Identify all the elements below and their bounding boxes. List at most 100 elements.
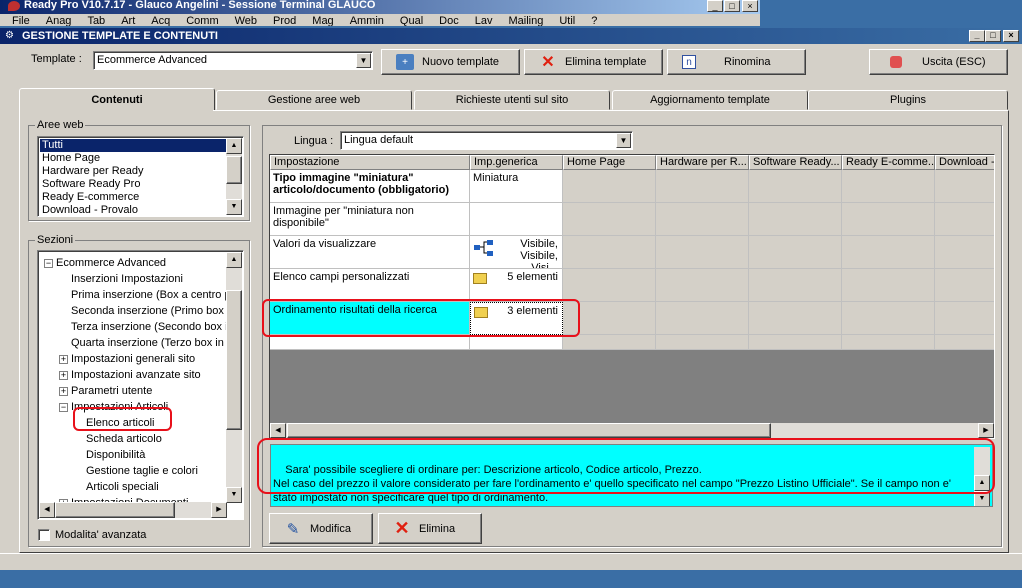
- scroll-right-icon[interactable]: ▶: [978, 423, 994, 438]
- minimize-button[interactable]: _: [969, 30, 985, 42]
- grid-header[interactable]: Home Page: [563, 155, 656, 170]
- aree-web-scrollbar[interactable]: ▲ ▼: [226, 138, 242, 215]
- tab-2[interactable]: Richieste utenti sul sito: [414, 90, 610, 110]
- parent-maximize-button[interactable]: □: [724, 0, 740, 12]
- maximize-button[interactable]: □: [985, 30, 1001, 42]
- grid-setting-name[interactable]: [270, 335, 470, 350]
- grid-setting-name[interactable]: Valori da visualizzare: [270, 236, 470, 269]
- grid-setting-name[interactable]: Immagine per "miniatura non disponibile": [270, 203, 470, 236]
- tree-root[interactable]: Ecommerce Advanced: [56, 255, 166, 271]
- aree-web-list[interactable]: Tutti Home Page Hardware per Ready Software…: [37, 136, 244, 217]
- grid-header[interactable]: Imp.generica: [470, 155, 563, 170]
- scroll-down-icon[interactable]: ▼: [226, 199, 242, 215]
- parent-menu-item[interactable]: Comm: [186, 15, 218, 26]
- tree-item[interactable]: Inserzioni Impostazioni: [71, 271, 183, 287]
- tree-expander-icon[interactable]: −: [44, 259, 53, 268]
- template-select[interactable]: Ecommerce Advanced ▼: [93, 51, 373, 70]
- scroll-right-icon[interactable]: ▶: [211, 502, 227, 518]
- sezioni-tree[interactable]: − Ecommerce Advanced Inserzioni Impostazio…: [37, 250, 244, 520]
- parent-menu-item[interactable]: Lav: [475, 15, 493, 26]
- sezioni-vscrollbar[interactable]: ▲ ▼: [226, 252, 242, 503]
- tree-item[interactable]: Quarta inserzione (Terzo box in b: [71, 335, 228, 351]
- scroll-left-icon[interactable]: ◀: [39, 502, 55, 518]
- aree-web-item[interactable]: Download - Provalo: [40, 204, 226, 216]
- tree-item[interactable]: Impostazioni avanzate sito: [71, 367, 201, 383]
- aree-web-item[interactable]: Home Page: [40, 152, 226, 165]
- parent-menu-item[interactable]: Tab: [87, 15, 105, 26]
- grid-empty-cell: [935, 335, 994, 350]
- close-button[interactable]: ×: [1003, 30, 1019, 42]
- scroll-thumb[interactable]: [226, 156, 242, 184]
- grid-header[interactable]: Ready E-comme...: [842, 155, 935, 170]
- tree-item[interactable]: Articoli speciali: [86, 479, 159, 495]
- parent-menu-item[interactable]: Util: [559, 15, 575, 26]
- parent-menu-item[interactable]: Art: [121, 15, 135, 26]
- grid-setting-value[interactable]: [470, 335, 563, 350]
- scroll-up-icon[interactable]: ▲: [226, 138, 242, 154]
- aree-web-item[interactable]: Hardware per Ready: [40, 165, 226, 178]
- sezioni-hscrollbar[interactable]: ◀ ▶: [39, 502, 227, 518]
- grid-setting-value[interactable]: 5 elementi: [470, 269, 563, 302]
- aree-web-item[interactable]: Ready E-commerce: [40, 191, 226, 204]
- scroll-thumb[interactable]: [226, 290, 242, 430]
- parent-menu-item[interactable]: Ammin: [350, 15, 384, 26]
- tree-item[interactable]: Gestione taglie e colori: [86, 463, 198, 479]
- parent-menu-item[interactable]: Qual: [400, 15, 423, 26]
- parent-menu-item[interactable]: Web: [235, 15, 257, 26]
- tree-item[interactable]: Parametri utente: [71, 383, 152, 399]
- exit-button[interactable]: Uscita (ESC): [869, 49, 1008, 75]
- grid-setting-name[interactable]: Tipo immagine "miniatura" articolo/docum…: [270, 170, 470, 203]
- tree-item[interactable]: Terza inserzione (Secondo box in: [71, 319, 228, 335]
- parent-menu-item[interactable]: Mag: [312, 15, 333, 26]
- grid-header[interactable]: Hardware per R...: [656, 155, 749, 170]
- delete-template-button[interactable]: ✕ Elimina template: [524, 49, 663, 75]
- tree-expander-icon[interactable]: −: [59, 403, 68, 412]
- tab-3[interactable]: Aggiornamento template: [612, 90, 808, 110]
- lingua-select[interactable]: Lingua default ▼: [340, 131, 633, 150]
- tree-item[interactable]: Scheda articolo: [86, 431, 162, 447]
- tree-expander-icon[interactable]: +: [59, 387, 68, 396]
- parent-menu-item[interactable]: File: [12, 15, 30, 26]
- grid-setting-value[interactable]: [470, 203, 563, 236]
- new-template-button[interactable]: + Nuovo template: [381, 49, 520, 75]
- modalita-checkbox[interactable]: [38, 529, 50, 541]
- parent-minimize-button[interactable]: _: [707, 0, 723, 12]
- tab-4[interactable]: Plugins: [808, 90, 1008, 110]
- tree-item[interactable]: Disponibilità: [86, 447, 145, 463]
- grid-header[interactable]: Impostazione: [270, 155, 470, 170]
- tree-expander-icon[interactable]: +: [59, 371, 68, 380]
- tab-0[interactable]: Contenuti: [19, 88, 215, 111]
- aree-web-item[interactable]: Software Ready Pro: [40, 178, 226, 191]
- parent-menu-item[interactable]: Doc: [439, 15, 459, 26]
- parent-menu-item[interactable]: ?: [591, 15, 597, 26]
- parent-close-button[interactable]: ×: [742, 0, 758, 12]
- scroll-left-icon[interactable]: ◀: [270, 423, 286, 438]
- scroll-thumb[interactable]: [55, 502, 175, 518]
- parent-menu-item[interactable]: Mailing: [508, 15, 543, 26]
- grid-setting-name[interactable]: Elenco campi personalizzati: [270, 269, 470, 302]
- tab-1[interactable]: Gestione aree web: [216, 90, 412, 110]
- scroll-down-icon[interactable]: ▼: [226, 487, 242, 503]
- scroll-up-icon[interactable]: ▲: [226, 252, 242, 268]
- grid-setting-value[interactable]: Miniatura: [470, 170, 563, 203]
- edit-button[interactable]: ✎ Modifica: [269, 513, 373, 544]
- parent-menu-item[interactable]: Prod: [273, 15, 296, 26]
- grid-header[interactable]: Software Ready...: [749, 155, 842, 170]
- delete-button[interactable]: ✕ Elimina: [378, 513, 482, 544]
- rename-icon: n: [682, 55, 696, 69]
- grid-setting-value[interactable]: Visibile, Visibile, Visi...: [470, 236, 563, 269]
- rename-button[interactable]: n Rinomina: [667, 49, 806, 75]
- parent-menu-item[interactable]: Acq: [151, 15, 170, 26]
- chevron-down-icon[interactable]: ▼: [616, 133, 631, 148]
- tree-item[interactable]: Prima inserzione (Box a centro pa: [71, 287, 228, 303]
- aree-web-item[interactable]: Tutti: [40, 139, 226, 152]
- scroll-thumb[interactable]: [287, 423, 771, 438]
- tree-expander-icon[interactable]: +: [59, 355, 68, 364]
- grid-hscrollbar[interactable]: ◀ ▶: [270, 423, 994, 438]
- chevron-down-icon[interactable]: ▼: [356, 53, 371, 68]
- settings-grid[interactable]: Impostazione Imp.generica Home Page Hardwar…: [269, 154, 995, 439]
- tree-item[interactable]: Impostazioni generali sito: [71, 351, 195, 367]
- grid-header[interactable]: Download -: [935, 155, 994, 170]
- tree-item[interactable]: Seconda inserzione (Primo box in: [71, 303, 228, 319]
- parent-menu-item[interactable]: Anag: [46, 15, 72, 26]
